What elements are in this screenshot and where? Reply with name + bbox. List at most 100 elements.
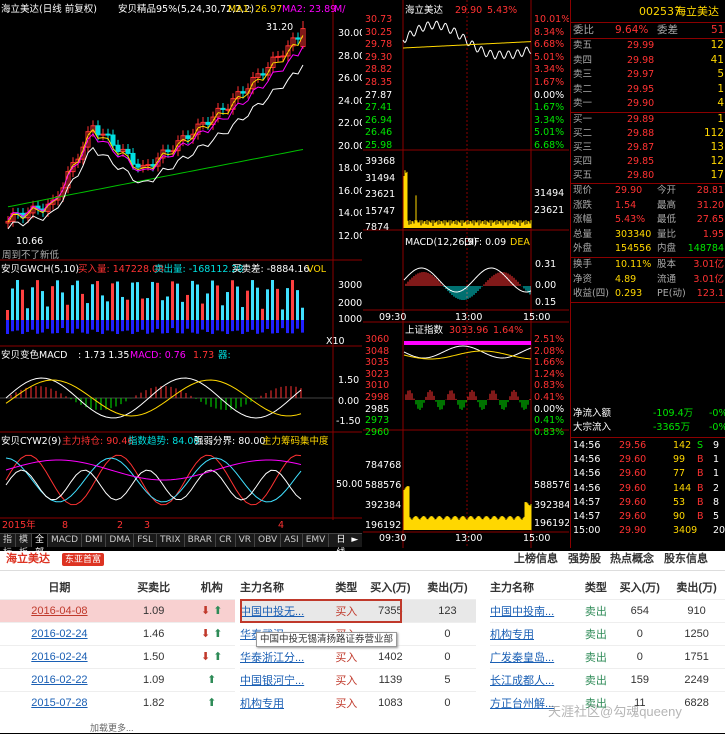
- upload-green-icon[interactable]: ⬆: [207, 674, 216, 686]
- seat-row[interactable]: 中国中投南... 卖出 654 910: [490, 598, 725, 622]
- seat-name[interactable]: 华泰浙江分...: [240, 644, 331, 668]
- tab-13[interactable]: EMV: [303, 534, 330, 547]
- tab-6[interactable]: FSL: [134, 534, 157, 547]
- macd-y0: 1.50: [338, 375, 360, 386]
- seat-row[interactable]: 广发秦皇岛... 卖出 0 1751: [490, 644, 725, 668]
- date-cell[interactable]: 2016-02-24: [0, 644, 119, 668]
- inst-cell[interactable]: ⬇ ⬆: [188, 621, 235, 645]
- download-red-icon[interactable]: ⬇: [201, 605, 210, 617]
- gwch-neg-bar: [201, 320, 204, 330]
- intraday-pct-tick: 6.68%: [534, 39, 565, 51]
- flow-pct: -0%: [709, 422, 725, 433]
- stat-label: 总量: [573, 228, 593, 240]
- link-hot-concept[interactable]: 热点概念: [610, 554, 654, 565]
- inst-cell[interactable]: ⬆: [188, 667, 235, 691]
- seat-name[interactable]: 长江成都人...: [490, 667, 581, 691]
- seat-row[interactable]: 中国银河宁... 买入 1139 5: [240, 667, 476, 691]
- seat-name[interactable]: 广发秦皇岛...: [490, 644, 581, 668]
- candle-body: [95, 125, 101, 136]
- cyw-f1: 主力持仓: 90.46: [62, 436, 134, 447]
- gwch-neg-bar: [131, 320, 134, 334]
- gwch-neg-bar: [286, 320, 289, 334]
- kline-ma3: M/: [334, 4, 346, 15]
- load-more[interactable]: 加载更多...: [90, 723, 134, 734]
- date-cell[interactable]: 2016-02-22: [0, 667, 119, 691]
- tab-4[interactable]: DMI: [82, 534, 107, 547]
- intraday-panel[interactable]: 海立美达 29.90 5.43% 30.73 30.25 29.78 29.30 28.…: [363, 0, 569, 548]
- gwch-bar: [111, 283, 114, 320]
- cyw-y0: 50.00: [336, 479, 362, 490]
- date-row[interactable]: 2016-02-22 1.09 ⬆: [0, 667, 235, 691]
- axis-m3-2: 3: [144, 520, 151, 531]
- date-row[interactable]: 2015-07-28 1.82 ⬆: [0, 690, 235, 714]
- tab-9[interactable]: CR: [216, 534, 236, 547]
- seat-row[interactable]: 机构专用 买入 1083 0: [240, 690, 476, 714]
- cyw-f4: 主力筹码集中度: [262, 436, 329, 447]
- date-cell[interactable]: 2016-02-24: [0, 621, 119, 645]
- gwch-neg-bar: [276, 320, 279, 333]
- tab-0[interactable]: 指标: [0, 534, 17, 558]
- tab-12[interactable]: ASI: [281, 534, 303, 547]
- ob-qty: 112: [703, 127, 724, 139]
- flow-label: 净流入额: [573, 408, 612, 419]
- inst-cell[interactable]: ⬇ ⬆: [188, 598, 235, 622]
- gwch-y0: 30000: [338, 280, 362, 291]
- tab-7[interactable]: TRIX: [157, 534, 185, 547]
- seat-name[interactable]: 机构专用: [240, 690, 331, 714]
- tick-num: 1: [713, 468, 720, 480]
- gwch-bar: [6, 310, 9, 320]
- seat-row[interactable]: 华泰浙江分... 买入 1402 0: [240, 644, 476, 668]
- tab-10[interactable]: VR: [236, 534, 256, 547]
- inst-cell[interactable]: ⬇ ⬆: [188, 644, 235, 668]
- tab-2[interactable]: 全部: [32, 534, 49, 558]
- tick-time: 14:56: [573, 482, 601, 494]
- link-list-info[interactable]: 上榜信息: [514, 554, 558, 565]
- kline-panel[interactable]: 海立美达(日线 前复权) 安贝精品95%(5,24,30,72,2,2) MA1…: [0, 0, 362, 520]
- stat-value2: 31.20: [696, 199, 724, 211]
- tab-11[interactable]: OBV: [255, 534, 282, 547]
- bottom-stock-tag: 东亚首富: [62, 553, 105, 566]
- date-row[interactable]: 2016-04-08 1.09 ⬇ ⬆: [0, 598, 235, 622]
- ob-qty: 12: [710, 39, 724, 51]
- link-shareholder[interactable]: 股东信息: [664, 554, 708, 565]
- kline-title: 海立美达(日线 前复权): [1, 4, 97, 15]
- stat-value2: 28.81: [696, 185, 724, 196]
- tick-num: 202: [713, 525, 725, 537]
- seat-row[interactable]: 长江成都人... 卖出 159 2249: [490, 667, 725, 691]
- kline-ma2: MA2: 23.89: [282, 4, 337, 15]
- inst-cell[interactable]: ⬆: [188, 690, 235, 714]
- tab-8[interactable]: BRAR: [185, 534, 217, 547]
- index-pct: 1.64%: [493, 325, 524, 336]
- gwch-neg-bar: [291, 320, 294, 334]
- candle-body: [125, 148, 131, 154]
- seat-buy: 1083: [361, 690, 419, 714]
- kline-y-tick: 14.00: [338, 208, 362, 219]
- tab-1[interactable]: 模板: [16, 534, 33, 558]
- upload-green-icon[interactable]: ⬆: [213, 651, 222, 663]
- upload-green-icon[interactable]: ⬆: [213, 605, 222, 617]
- upload-green-icon[interactable]: ⬆: [207, 697, 216, 709]
- tab-extra-1[interactable]: ►: [348, 534, 361, 547]
- seat-name[interactable]: 中国中投南...: [490, 598, 581, 622]
- download-red-icon[interactable]: ⬇: [201, 628, 210, 640]
- seat-row[interactable]: 机构专用 卖出 0 1250: [490, 621, 725, 645]
- date-cell[interactable]: 2016-04-08: [0, 598, 119, 622]
- cyw-title: 安贝CYW2(9): [1, 436, 62, 447]
- link-strong-stock[interactable]: 强势股: [568, 554, 601, 565]
- tick-side: B: [697, 454, 704, 466]
- stat-label2: 流通: [657, 273, 677, 285]
- date-cell[interactable]: 2015-07-28: [0, 690, 119, 714]
- download-red-icon[interactable]: ⬇: [201, 651, 210, 663]
- date-row[interactable]: 2016-02-24 1.46 ⬇ ⬆: [0, 621, 235, 645]
- upload-green-icon[interactable]: ⬆: [213, 628, 222, 640]
- date-row[interactable]: 2016-02-24 1.50 ⬇ ⬆: [0, 644, 235, 668]
- tab-5[interactable]: DMA: [106, 534, 135, 547]
- tick-num: 8: [713, 496, 720, 508]
- seat-name[interactable]: 机构专用: [490, 621, 581, 645]
- tab-3[interactable]: MACD: [48, 534, 83, 547]
- seat-name[interactable]: 中国银河宁...: [240, 667, 331, 691]
- gwch-neg-bar: [16, 320, 19, 331]
- gwch-bar: [21, 289, 24, 320]
- tab-extra-0[interactable]: 日线: [333, 534, 348, 558]
- stat-value2: 148784: [687, 243, 724, 254]
